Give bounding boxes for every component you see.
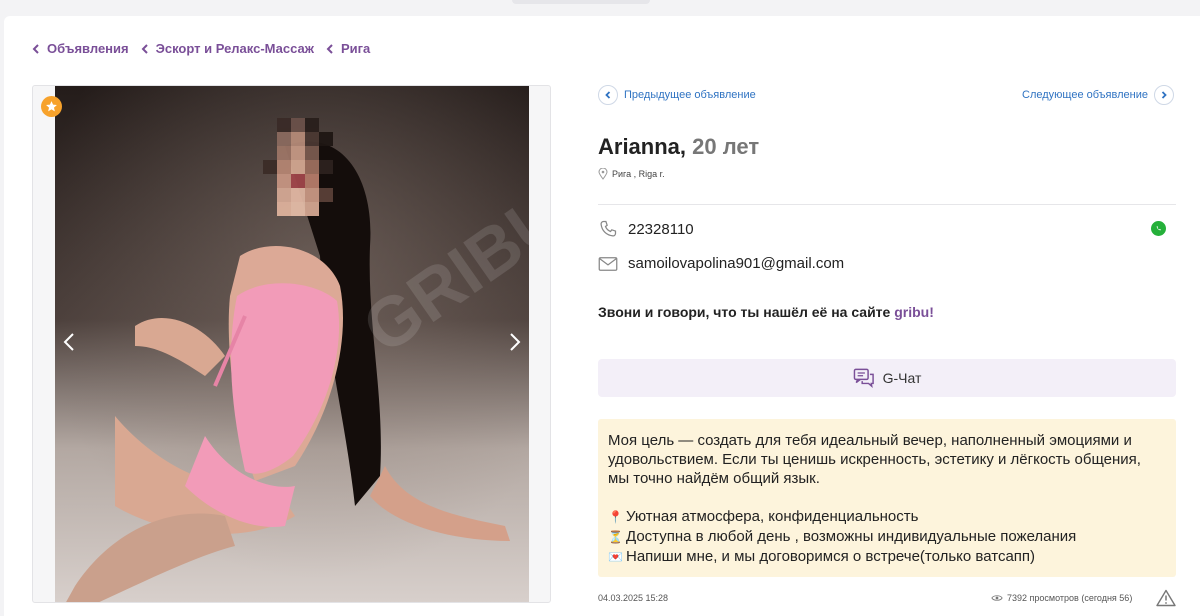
views-text: 7392 просмотров (сегодня 56)	[1007, 593, 1133, 603]
location-pin-icon	[598, 168, 608, 180]
breadcrumb-label: Эскорт и Релакс-Массаж	[155, 41, 314, 56]
promo-brand-link[interactable]: gribu	[894, 304, 929, 320]
chevron-left-icon	[598, 85, 618, 105]
phone-number: 22328110	[628, 220, 694, 238]
main-photo[interactable]: GRIBU	[55, 86, 529, 603]
description-box: Моя цель — создать для тебя идеальный ве…	[598, 419, 1176, 577]
breadcrumb-label: Рига	[340, 41, 371, 56]
pin-icon: 📍	[608, 510, 623, 524]
phone-icon	[600, 220, 617, 237]
phone-row[interactable]: 22328110	[598, 219, 694, 239]
hourglass-icon: ⏳	[608, 530, 623, 544]
promo-main: Звони и говори, что ты нашёл её на сайте	[598, 304, 895, 320]
description-intro: Моя цель — создать для тебя идеальный ве…	[608, 432, 1141, 487]
breadcrumb-item-category[interactable]: Эскорт и Релакс-Массаж	[139, 41, 314, 56]
description-item: 📍 Уютная атмосфера, конфиденциальность	[608, 507, 1166, 527]
whatsapp-icon[interactable]	[1151, 221, 1166, 236]
previous-ad-link[interactable]: Предыдущее объявление	[598, 85, 756, 105]
eye-icon	[991, 595, 1003, 601]
gallery-prev-icon[interactable]	[59, 330, 79, 354]
g-chat-label: G-Чат	[882, 370, 922, 386]
previous-ad-label: Предыдущее объявление	[624, 89, 756, 101]
mail-icon	[598, 256, 618, 271]
promo-suffix: !	[929, 304, 934, 320]
description-item-text: Доступна в любой день , возможны индивид…	[626, 528, 1077, 545]
description-item: 💌 Напиши мне, и мы договоримся о встрече(…	[608, 547, 1166, 567]
description-item-text: Уютная атмосфера, конфиденциальность	[626, 508, 919, 525]
description-item-text: Напиши мне, и мы договоримся о встрече(т…	[626, 548, 1036, 565]
chevron-left-icon	[141, 43, 148, 54]
chevron-right-icon	[1153, 85, 1174, 105]
top-tab	[512, 0, 650, 4]
photo-gallery: GRIBU	[32, 85, 551, 603]
views-counter: 7392 просмотров (сегодня 56)	[991, 593, 1132, 603]
next-ad-label: Следующее объявление	[1022, 89, 1148, 101]
profile-title: Arianna, 20 лет	[598, 134, 759, 160]
g-chat-button[interactable]: G-Чат	[598, 359, 1176, 397]
profile-name: Arianna,	[598, 134, 687, 159]
breadcrumb-item-city[interactable]: Рига	[324, 41, 370, 56]
email-address: samoilovapolina901@gmail.com	[628, 255, 845, 272]
post-date: 04.03.2025 15:28	[598, 593, 669, 603]
gallery-next-icon[interactable]	[505, 330, 525, 354]
star-icon	[41, 96, 62, 117]
email-row[interactable]: samoilovapolina901@gmail.com	[598, 255, 844, 272]
chevron-left-icon	[326, 43, 333, 54]
breadcrumb: Объявления Эскорт и Релакс-Массаж Рига	[30, 41, 380, 56]
promo-text: Звони и говори, что ты нашёл её на сайте…	[598, 304, 934, 320]
warning-icon[interactable]	[1156, 589, 1176, 607]
description-item: ⏳ Доступна в любой день , возможны индиви…	[608, 527, 1166, 547]
profile-age: 20 лет	[692, 134, 760, 159]
love-letter-icon: 💌	[608, 550, 623, 564]
next-ad-link[interactable]: Следующее объявление	[1022, 85, 1174, 105]
breadcrumb-item-ads[interactable]: Объявления	[30, 41, 129, 56]
chat-icon	[853, 368, 874, 388]
breadcrumb-label: Объявления	[47, 41, 129, 56]
location: Рига , Riga r.	[598, 168, 665, 180]
divider	[598, 204, 1176, 205]
chevron-left-icon	[32, 43, 39, 54]
location-text: Рига , Riga r.	[612, 169, 665, 179]
